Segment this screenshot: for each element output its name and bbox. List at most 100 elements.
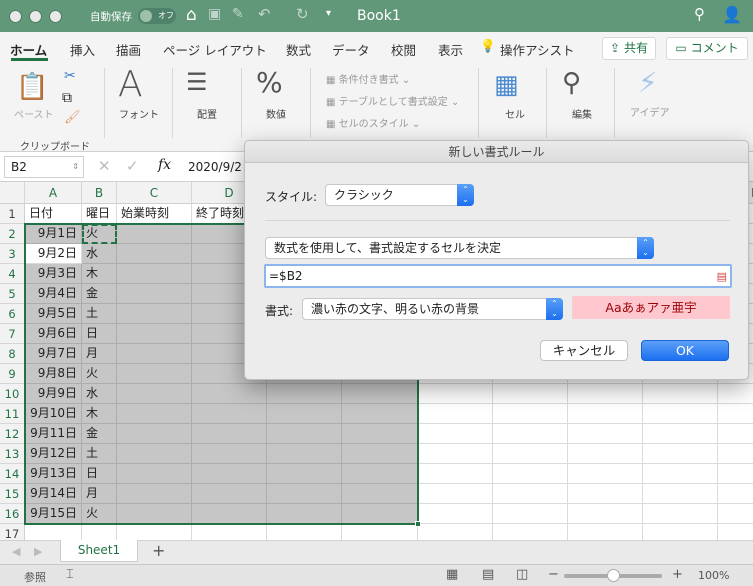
cell[interactable] (192, 524, 267, 540)
tab-formulas[interactable]: 数式 (286, 40, 311, 59)
cell[interactable]: 始業時刻 (117, 204, 192, 224)
cut-icon[interactable]: ✂ (64, 68, 76, 84)
cell[interactable] (117, 524, 192, 540)
cell[interactable] (25, 524, 82, 540)
cell[interactable] (493, 424, 568, 444)
cell[interactable] (493, 524, 568, 540)
cell[interactable] (418, 504, 493, 524)
comment-button[interactable]: ▭ コメント (666, 37, 748, 60)
row-header[interactable]: 2 (0, 224, 25, 244)
cell[interactable] (568, 404, 643, 424)
cell[interactable] (568, 444, 643, 464)
row-header[interactable]: 3 (0, 244, 25, 264)
formula-field[interactable]: =$B2 ▤ (264, 264, 732, 288)
page-layout-view-icon[interactable]: ▤ (482, 567, 494, 582)
row-header[interactable]: 17 (0, 524, 25, 540)
normal-view-icon[interactable]: ▦ (446, 567, 458, 582)
row-header[interactable]: 10 (0, 384, 25, 404)
cell[interactable] (643, 504, 718, 524)
cell[interactable] (418, 404, 493, 424)
save-icon[interactable]: ▣ (208, 6, 221, 22)
row-header[interactable]: 14 (0, 464, 25, 484)
next-sheet-icon[interactable]: ▶ (34, 545, 42, 558)
autosave-toggle[interactable]: オフ (138, 8, 176, 24)
cell[interactable] (493, 464, 568, 484)
tab-review[interactable]: 校閲 (391, 40, 416, 59)
paste-button[interactable]: ペースト (14, 106, 54, 121)
alignment-button[interactable]: 配置 (197, 106, 217, 121)
tab-insert[interactable]: 挿入 (70, 40, 95, 59)
cells-button[interactable]: セル (505, 106, 525, 121)
cell[interactable]: 日付 (25, 204, 82, 224)
format-painter-icon[interactable]: 🖌 (64, 110, 81, 125)
rule-type-select[interactable]: 数式を使用して、書式設定するセルを決定 ⌃ ⌄ (265, 237, 654, 259)
cell[interactable] (718, 504, 753, 524)
conditional-formatting-button[interactable]: ▦ 条件付き書式 ⌄ (326, 71, 410, 86)
cell[interactable] (418, 424, 493, 444)
minimize-window-button[interactable] (29, 10, 42, 23)
fill-handle[interactable] (415, 521, 421, 527)
percent-icon[interactable]: % (256, 66, 283, 99)
format-as-table-button[interactable]: ▦ テーブルとして書式設定 ⌄ (326, 93, 459, 108)
tab-home[interactable]: ホーム (10, 40, 47, 59)
column-header[interactable]: A (25, 182, 82, 204)
cell[interactable] (493, 444, 568, 464)
edit-icon[interactable]: ✎ (232, 6, 244, 22)
account-icon[interactable]: 👤 (722, 5, 742, 24)
tab-page-layout[interactable]: ページ レイアウト (163, 40, 267, 59)
cancel-button[interactable]: キャンセル (540, 340, 628, 361)
insert-function-icon[interactable]: fx (158, 157, 171, 173)
zoom-slider[interactable] (564, 569, 662, 582)
cell[interactable] (493, 404, 568, 424)
style-select[interactable]: クラシック ⌃ ⌄ (325, 184, 474, 206)
cell[interactable] (568, 504, 643, 524)
close-window-button[interactable] (9, 10, 22, 23)
share-button[interactable]: ⇪ 共有 (602, 37, 656, 60)
name-box[interactable]: B2 ⇕ (4, 156, 84, 178)
row-header[interactable]: 4 (0, 264, 25, 284)
column-header[interactable]: C (117, 182, 192, 204)
zoom-in-button[interactable]: + (672, 567, 683, 582)
cell[interactable]: 曜日 (82, 204, 117, 224)
page-break-view-icon[interactable]: ◫ (516, 567, 528, 582)
row-header[interactable]: 11 (0, 404, 25, 424)
align-icon[interactable]: ☰ (186, 68, 208, 96)
cell[interactable] (718, 444, 753, 464)
find-icon[interactable]: ⚲ (562, 68, 581, 98)
tab-view[interactable]: 表示 (438, 40, 463, 59)
cell[interactable] (493, 504, 568, 524)
cancel-formula-icon[interactable]: ✕ (98, 157, 111, 175)
column-header[interactable]: B (82, 182, 117, 204)
range-picker-icon[interactable]: ▤ (717, 267, 727, 287)
ok-button[interactable]: OK (641, 340, 729, 361)
cell[interactable] (418, 444, 493, 464)
cell[interactable] (643, 384, 718, 404)
sheet-tab-sheet1[interactable]: Sheet1 (60, 540, 138, 562)
cell[interactable] (718, 424, 753, 444)
row-header[interactable]: 12 (0, 424, 25, 444)
cell[interactable] (718, 464, 753, 484)
cell[interactable] (568, 424, 643, 444)
paste-icon[interactable]: 📋 (16, 72, 48, 102)
cell[interactable] (718, 524, 753, 540)
row-header[interactable]: 5 (0, 284, 25, 304)
cell[interactable] (643, 484, 718, 504)
tab-tell-me[interactable]: 操作アシスト (500, 40, 575, 59)
cell[interactable] (643, 404, 718, 424)
ideas-button[interactable]: アイデア (630, 104, 670, 119)
row-header[interactable]: 9 (0, 364, 25, 384)
cell[interactable] (568, 384, 643, 404)
cell[interactable] (568, 524, 643, 540)
add-sheet-button[interactable]: + (152, 541, 165, 560)
cell[interactable] (418, 484, 493, 504)
row-header[interactable]: 7 (0, 324, 25, 344)
cell[interactable] (82, 524, 117, 540)
ideas-icon[interactable]: ⚡ (638, 66, 658, 99)
customize-toolbar-icon[interactable]: ▾ (326, 8, 331, 19)
format-select[interactable]: 濃い赤の文字、明るい赤の背景 ⌃ ⌄ (302, 298, 563, 320)
redo-icon[interactable]: ↻ (296, 5, 309, 23)
cell[interactable] (643, 464, 718, 484)
cell[interactable] (643, 524, 718, 540)
formula-input[interactable]: 2020/9/2 (188, 160, 242, 174)
number-button[interactable]: 数値 (266, 106, 286, 121)
